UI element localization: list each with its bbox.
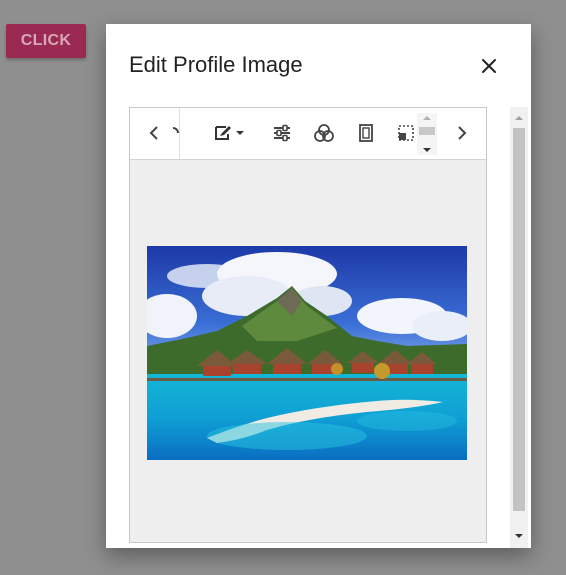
toolbar-divider [179,108,180,159]
image-canvas[interactable] [130,160,486,542]
caret-down-icon [236,131,244,135]
crop-selection-icon [398,125,414,141]
toolbar-annotate-button[interactable] [209,121,249,145]
sliders-icon [274,124,290,142]
toolbar-adjust-button[interactable] [270,121,294,145]
filter-icon [314,124,334,142]
chevron-right-icon [458,126,467,140]
toolbar-scroll-right-button[interactable] [450,121,474,145]
editor-toolbar [130,108,486,160]
close-icon [482,59,496,73]
toolbar-frame-button[interactable] [354,121,378,145]
dialog-scrollbar[interactable] [510,107,528,548]
annotate-icon [215,126,231,140]
chevron-left-icon [149,126,158,140]
profile-photo[interactable] [147,246,467,460]
edit-profile-image-dialog: Edit Profile Image [106,24,531,548]
click-button-label: CLICK [20,32,72,49]
dialog-title: Edit Profile Image [129,52,303,77]
scrollbar-thumb[interactable] [513,128,525,511]
toolbar-filter-button[interactable] [312,121,336,145]
scroll-up-arrow-icon [419,116,435,152]
toolbar-mini-scrollbar[interactable] [417,113,437,155]
click-button[interactable]: CLICK [6,24,86,58]
toolbar-crop-button[interactable] [394,121,418,145]
scroll-down-arrow-icon [515,534,523,538]
toolbar-scroll-left-button[interactable] [142,121,166,145]
frame-icon [359,124,373,142]
tropical-island-image [147,246,467,460]
scroll-up-arrow-icon [515,116,523,120]
close-button[interactable] [477,54,501,78]
image-editor [129,107,487,543]
